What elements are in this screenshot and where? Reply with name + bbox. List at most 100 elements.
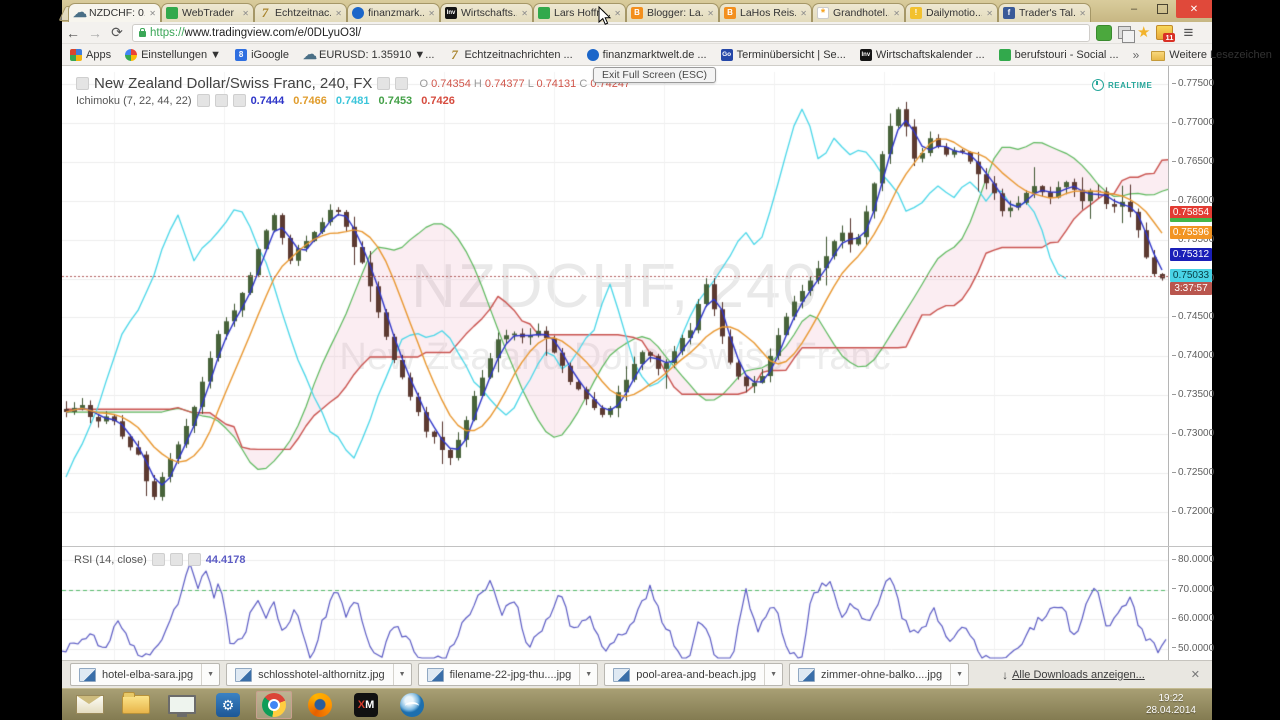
download-item-caret[interactable]: ▼ (201, 664, 219, 685)
igoogle-icon: 8 (235, 49, 247, 61)
evernote-extension-icon[interactable] (1096, 25, 1112, 41)
close-downloads-bar-button[interactable]: ✕ (1191, 668, 1200, 681)
tab-manager-extension-icon[interactable] (1118, 26, 1131, 39)
taskbar-item-openoffice[interactable] (394, 691, 430, 719)
taskbar-item-xm-trading[interactable]: XM (348, 691, 384, 719)
tab-close-icon[interactable]: ✕ (149, 9, 156, 18)
browser-tab[interactable]: Lars Hoffm...✕ (533, 3, 626, 22)
browser-tab[interactable]: ☁NZDCHF: 0...✕ (68, 3, 161, 22)
browser-tab[interactable]: *Grandhotel...✕ (812, 3, 905, 22)
download-item[interactable]: zimmer-ohne-balko....jpg▼ (789, 663, 969, 686)
bookmarks-overflow-chevron[interactable]: » (1133, 48, 1140, 62)
maximize-button[interactable] (1148, 0, 1176, 18)
bookmark-item[interactable]: 7Echtzeitnachrichten ... (448, 49, 572, 61)
price-axis[interactable]: 0.775000.770000.765000.760000.755000.750… (1168, 66, 1212, 660)
taskbar-item-firefox[interactable] (302, 691, 338, 719)
tab-close-icon[interactable]: ✕ (707, 9, 714, 18)
taskbar-item-file-explorer[interactable] (118, 691, 154, 719)
taskbar-item-chrome[interactable] (256, 691, 292, 719)
download-item-caret[interactable]: ▼ (950, 664, 968, 685)
download-item[interactable]: filename-22-jpg-thu....jpg▼ (418, 663, 599, 686)
browser-tab[interactable]: BBlogger: La...✕ (626, 3, 719, 22)
reload-button[interactable]: ⟳ (106, 24, 128, 41)
address-bar[interactable]: https://www.tradingview.com/e/0DLyuO3l/ (132, 24, 1090, 42)
download-item-body[interactable]: filename-22-jpg-thu....jpg (419, 668, 580, 682)
indicator-eye-icon[interactable] (197, 94, 210, 107)
tab-close-icon[interactable]: ✕ (893, 9, 900, 18)
browser-tab[interactable]: BLaHos Reis...✕ (719, 3, 812, 22)
sun-icon: * (817, 7, 829, 19)
chart-style-icon[interactable] (377, 77, 390, 90)
tab-label: Dailymotio... (926, 7, 982, 19)
bookmark-item[interactable]: berufstouri - Social ... (999, 49, 1119, 61)
download-item-caret[interactable]: ▼ (579, 664, 597, 685)
price-axis-tick: 0.76000 (1172, 195, 1214, 206)
indicator-value: 0.7466 (293, 95, 327, 107)
taskbar-item-settings-app[interactable]: ⚙ (210, 691, 246, 719)
browser-tab[interactable]: fTrader's Tal...✕ (998, 3, 1091, 22)
share-icon[interactable] (76, 77, 89, 90)
bookmark-item[interactable]: InvWirtschaftskalender ... (860, 49, 985, 61)
tab-close-icon[interactable]: ✕ (800, 9, 807, 18)
tab-close-icon[interactable]: ✕ (521, 9, 528, 18)
bookmark-item[interactable]: finanzmarktwelt.de ... (587, 49, 707, 61)
rsi-settings-icon[interactable] (170, 553, 183, 566)
taskbar-clock[interactable]: 19:22 28.04.2014 (1140, 691, 1202, 719)
tab-label: LaHos Reis... (740, 7, 796, 19)
price-axis-tick: 0.77000 (1172, 117, 1214, 128)
rsi-close-icon[interactable] (188, 553, 201, 566)
download-item-caret[interactable]: ▼ (764, 664, 782, 685)
tab-close-icon[interactable]: ✕ (986, 9, 993, 18)
browser-tab[interactable]: InvWirtschafts...✕ (440, 3, 533, 22)
browser-tab[interactable]: 7Echtzeitnac...✕ (254, 3, 347, 22)
forward-button[interactable]: → (84, 25, 106, 41)
tab-close-icon[interactable]: ✕ (1079, 9, 1086, 18)
settings-app-icon: ⚙ (216, 693, 240, 717)
download-item[interactable]: pool-area-and-beach.jpg▼ (604, 663, 783, 686)
downloads-bar: hotel-elba-sara.jpg▼schlosshotel-althorn… (62, 660, 1212, 688)
bookmark-star-icon[interactable]: ★ (1137, 26, 1150, 40)
menu-icon[interactable]: ≡ (1183, 26, 1193, 40)
download-item-body[interactable]: pool-area-and-beach.jpg (605, 668, 764, 682)
mouse-cursor (598, 6, 612, 26)
url-text[interactable]: https://www.tradingview.com/e/0DLyuO3l/ (150, 27, 361, 39)
tab-close-icon[interactable]: ✕ (335, 9, 342, 18)
image-file-icon (235, 668, 252, 682)
pane-separator[interactable] (62, 546, 1212, 547)
taskbar-item-outlook-mail[interactable] (72, 691, 108, 719)
download-item-body[interactable]: hotel-elba-sara.jpg (71, 668, 201, 682)
browser-tab[interactable]: !Dailymotio...✕ (905, 3, 998, 22)
download-item-body[interactable]: schlosshotel-althornitz.jpg (227, 668, 393, 682)
close-window-button[interactable]: ✕ (1176, 0, 1212, 18)
browser-tab[interactable]: WebTrader✕ (161, 3, 254, 22)
green-box-icon (999, 49, 1011, 61)
other-bookmarks-button[interactable]: Weitere Lesezeichen (1151, 49, 1272, 61)
inv-box-icon: Inv (445, 7, 457, 19)
bookmark-item[interactable]: 8iGoogle (235, 49, 289, 61)
browser-tab[interactable]: finanzmark...✕ (347, 3, 440, 22)
back-button[interactable]: ← (62, 25, 84, 41)
price-axis-tick: 0.73500 (1172, 389, 1214, 400)
download-extension-icon[interactable]: 11 (1156, 25, 1173, 40)
minimize-button[interactable]: – (1120, 0, 1148, 18)
compare-icon[interactable] (395, 77, 408, 90)
tab-close-icon[interactable]: ✕ (428, 9, 435, 18)
bookmark-item[interactable]: ☁EURUSD: 1.35910 ▼... (303, 49, 434, 61)
tab-close-icon[interactable]: ✕ (614, 9, 621, 18)
price-axis-tick: 0.76500 (1172, 156, 1214, 167)
rsi-eye-icon[interactable] (152, 553, 165, 566)
price-chart-canvas[interactable] (62, 66, 1168, 660)
tab-close-icon[interactable]: ✕ (242, 9, 249, 18)
indicator-settings-icon[interactable] (215, 94, 228, 107)
taskbar-item-trading-terminal[interactable] (164, 691, 200, 719)
indicator-close-icon[interactable] (233, 94, 246, 107)
bookmark-item[interactable]: Einstellungen ▼ (125, 49, 221, 61)
download-item-caret[interactable]: ▼ (393, 664, 411, 685)
bookmark-item[interactable]: GoTerminübersicht | Se... (721, 49, 846, 61)
bookmark-item[interactable]: Apps (70, 49, 111, 61)
download-item[interactable]: schlosshotel-althornitz.jpg▼ (226, 663, 412, 686)
show-all-downloads-link[interactable]: ↓ Alle Downloads anzeigen... (1002, 668, 1145, 682)
tradingview-page: NZDCHF, 240 New Zealand Dollar/Swiss Fra… (62, 66, 1212, 660)
download-item[interactable]: hotel-elba-sara.jpg▼ (70, 663, 220, 686)
download-item-body[interactable]: zimmer-ohne-balko....jpg (790, 668, 950, 682)
